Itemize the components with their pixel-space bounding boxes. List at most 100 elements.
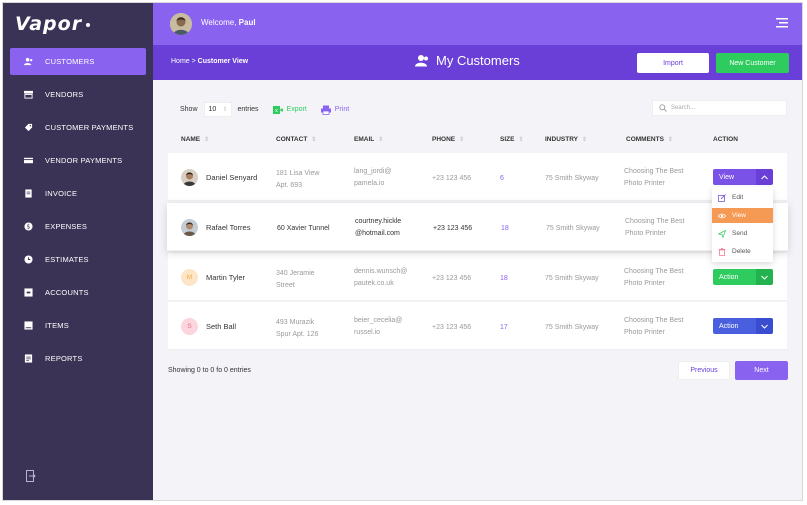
avatar bbox=[181, 169, 198, 186]
pagination-info: Showing 0 to 0 fo 0 entries bbox=[168, 367, 251, 374]
page-title: My Customers bbox=[415, 53, 520, 68]
sidebar-item-label: REPORTS bbox=[45, 354, 83, 363]
avatar: M bbox=[181, 269, 198, 286]
eye-icon bbox=[718, 213, 726, 218]
new-customer-button[interactable]: New Customer bbox=[716, 53, 789, 73]
chevron-up-icon[interactable] bbox=[756, 169, 773, 185]
sidebar-item-reports[interactable]: REPORTS bbox=[10, 345, 146, 372]
table-row[interactable]: Rafael Torres 60 Xavier Tunnel courtney.… bbox=[167, 203, 788, 251]
comments-cell: Choosing The Best Photo Printer bbox=[624, 317, 684, 336]
avatar bbox=[181, 219, 198, 236]
industry-cell: 75 Smith Skyway bbox=[545, 275, 599, 282]
report-icon bbox=[24, 354, 33, 363]
customer-name: Daniel Senyard bbox=[181, 169, 257, 186]
sort-icon: ⇕ bbox=[222, 107, 228, 113]
industry-cell: 75 Smith Skyway bbox=[545, 175, 599, 182]
header-industry[interactable]: INDUSTRY ⇕ bbox=[545, 136, 587, 143]
table-row[interactable]: Daniel Senyard 181 Lisa View Apt. 693 lan… bbox=[168, 153, 787, 201]
customer-name: S Seth Ball bbox=[181, 318, 236, 335]
chevron-down-icon[interactable] bbox=[756, 269, 773, 285]
size-cell: 17 bbox=[500, 324, 508, 331]
email-cell: lang_jordi@ pamela.io bbox=[354, 168, 392, 187]
entries-select[interactable]: 10 ⇕ bbox=[203, 102, 232, 117]
view-action-button[interactable]: View bbox=[713, 169, 773, 185]
customer-name: Rafael Torres bbox=[181, 219, 250, 236]
breadcrumb-home[interactable]: Home > bbox=[171, 58, 196, 65]
sidebar-item-expenses[interactable]: $ EXPENSES bbox=[10, 213, 146, 240]
size-cell: 18 bbox=[500, 275, 508, 282]
previous-button[interactable]: Previous bbox=[678, 361, 730, 380]
phone-cell: +23 123 456 bbox=[432, 275, 472, 282]
size-cell: 18 bbox=[501, 225, 509, 232]
sidebar-item-accounts[interactable]: ACCOUNTS bbox=[10, 279, 146, 306]
welcome-text: Welcome, Paul bbox=[201, 18, 256, 27]
action-button[interactable]: Action bbox=[713, 318, 773, 334]
sidebar: Vapor CUSTOMERS VENDORS CUSTOMER PAYMENT… bbox=[3, 3, 153, 500]
chevron-down-icon[interactable] bbox=[756, 318, 773, 334]
sidebar-item-vendor-payments[interactable]: VENDOR PAYMENTS bbox=[10, 147, 146, 174]
customer-name: M Martin Tyler bbox=[181, 269, 245, 286]
sort-icon: ⇕ bbox=[311, 137, 317, 143]
dropdown-item-edit[interactable]: Edit bbox=[712, 190, 773, 205]
printer-icon bbox=[320, 105, 331, 115]
contact-cell: 181 Lisa View Apt. 693 bbox=[276, 170, 320, 189]
import-button[interactable]: Import bbox=[637, 53, 709, 73]
svg-text:$: $ bbox=[27, 225, 31, 231]
breadcrumb-current: Customer View bbox=[197, 58, 249, 65]
header-name[interactable]: NAME ⇕ bbox=[181, 136, 209, 143]
header-phone[interactable]: PHONE ⇕ bbox=[432, 136, 464, 143]
table-row[interactable]: S Seth Ball 493 Murazik Spur Apt. 126 bei… bbox=[168, 302, 787, 350]
search-icon bbox=[659, 104, 667, 112]
phone-cell: +23 123 456 bbox=[433, 225, 473, 232]
box-icon bbox=[24, 288, 33, 297]
sidebar-item-label: EXPENSES bbox=[45, 222, 88, 231]
contact-cell: 493 Murazik Spur Apt. 126 bbox=[276, 319, 319, 338]
comments-cell: Choosing The Best Photo Printer bbox=[624, 268, 684, 287]
search-input[interactable]: Search... bbox=[652, 100, 787, 116]
sidebar-item-label: CUSTOMER PAYMENTS bbox=[45, 123, 134, 132]
sidebar-item-vendors[interactable]: VENDORS bbox=[10, 81, 146, 108]
topbar: Welcome, Paul bbox=[153, 3, 802, 45]
table-row[interactable]: M Martin Tyler 340 Jeramie Street dennis.… bbox=[168, 253, 787, 301]
dropdown-item-view[interactable]: View bbox=[712, 208, 773, 223]
edit-icon bbox=[718, 193, 726, 202]
action-dropdown-menu: Edit View Send Delete bbox=[712, 187, 773, 262]
header-contact[interactable]: CONTACT ⇕ bbox=[276, 136, 316, 143]
header-email[interactable]: EMAIL ⇕ bbox=[354, 136, 383, 143]
print-button[interactable]: Print bbox=[320, 105, 349, 115]
sidebar-item-label: INVOICE bbox=[45, 189, 78, 198]
next-button[interactable]: Next bbox=[735, 361, 788, 380]
phone-cell: +23 123 456 bbox=[432, 175, 472, 182]
svg-text:x: x bbox=[275, 108, 278, 114]
document-icon bbox=[25, 189, 32, 198]
user-avatar[interactable] bbox=[170, 13, 192, 35]
send-icon bbox=[718, 229, 726, 238]
action-button[interactable]: Action bbox=[713, 269, 773, 285]
export-button[interactable]: x Export bbox=[272, 105, 307, 115]
comments-cell: Choosing The Best Photo Printer bbox=[625, 218, 685, 237]
sidebar-item-items[interactable]: ITEMS bbox=[10, 312, 146, 339]
page-header: Home > Customer View My Customers Import… bbox=[153, 45, 802, 80]
dollar-icon: $ bbox=[24, 222, 33, 231]
header-size[interactable]: SIZE ⇕ bbox=[500, 136, 523, 143]
dropdown-item-send[interactable]: Send bbox=[712, 226, 773, 241]
email-cell: courtney.hickle @hotmail.com bbox=[355, 218, 402, 237]
app-logo[interactable]: Vapor bbox=[15, 13, 91, 35]
sidebar-item-customers[interactable]: CUSTOMERS bbox=[10, 48, 146, 75]
sort-icon: ⇕ bbox=[459, 137, 465, 143]
sidebar-nav: CUSTOMERS VENDORS CUSTOMER PAYMENTS VEND… bbox=[10, 48, 146, 378]
sidebar-item-label: ITEMS bbox=[45, 321, 69, 330]
dropdown-item-delete[interactable]: Delete bbox=[712, 244, 773, 259]
menu-icon[interactable] bbox=[776, 18, 788, 28]
sidebar-item-customer-payments[interactable]: CUSTOMER PAYMENTS bbox=[10, 114, 146, 141]
header-comments[interactable]: COMMENTS ⇕ bbox=[626, 136, 673, 143]
sidebar-item-estimates[interactable]: ESTIMATES bbox=[10, 246, 146, 273]
industry-cell: 75 Smith Skyway bbox=[545, 324, 599, 331]
logout-icon[interactable] bbox=[26, 470, 36, 482]
users-icon bbox=[415, 55, 428, 67]
users-icon bbox=[24, 57, 33, 66]
sort-icon: ⇕ bbox=[204, 137, 210, 143]
sidebar-item-label: CUSTOMERS bbox=[45, 57, 95, 66]
sidebar-item-invoice[interactable]: INVOICE bbox=[10, 180, 146, 207]
contact-cell: 340 Jeramie Street bbox=[276, 270, 315, 289]
